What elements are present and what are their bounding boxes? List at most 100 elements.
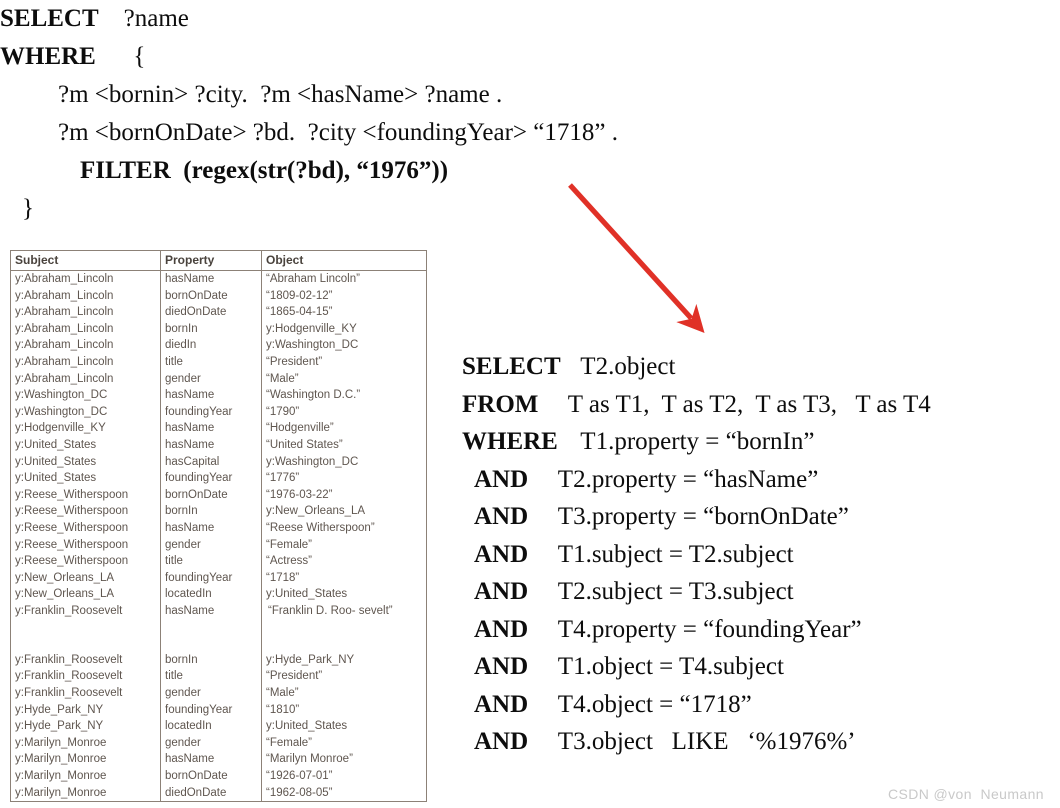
table-cell-property: foundingYear (160, 403, 262, 421)
sql-expression: T1.property = “bornIn” (562, 428, 815, 455)
table-cell-object: “1976-03-22” (266, 488, 333, 501)
sql-line: FROM T as T1, T as T2, T as T3, T as T4 (462, 386, 1060, 424)
sparql-body: ?m <bornOnDate> ?bd. ?city <foundingYear… (58, 119, 618, 146)
table-row: y:Marilyn_Monroe hasName “Marilyn Monroe” (10, 751, 427, 769)
table-row: y:Abraham_Lincoln bornIn y:Hodgenville_KY (10, 320, 427, 338)
table-cell-subject: y:New_Orleans_LA (10, 569, 161, 587)
table-header-row: Subject Property Object (10, 250, 427, 271)
table-cell-subject: y:Marilyn_Monroe (10, 768, 161, 785)
column-header-subject: Subject (10, 250, 161, 271)
table-cell-object: “1962-08-05” (266, 786, 333, 799)
table-cell-subject: y:Hyde_Park_NY (10, 701, 161, 719)
table-cell-subject: y:Abraham_Lincoln (10, 320, 161, 338)
table-row: y:Marilyn_Monroe diedOnDate “1962-08-05” (10, 784, 427, 802)
sql-keyword: FROM (462, 390, 539, 418)
table-cell-property: bornIn (160, 503, 262, 520)
table-cell-property: bornIn (160, 651, 262, 669)
table-row: y:Hyde_Park_NY foundingYear “1810” (10, 701, 427, 719)
sparql-body: ?name (98, 5, 189, 32)
table-cell-property: hasName (160, 420, 262, 437)
sparql-line: FILTER (regex(str(?bd), “1976”)) (0, 152, 700, 190)
rdf-triples-table: Subject Property Object y:Abraham_Lincol… (10, 250, 427, 803)
sparql-body: { (95, 43, 146, 70)
table-cell-object: y:United_States (266, 588, 348, 601)
table-cell-property: gender (160, 536, 262, 554)
sql-line: AND T4.object = “1718” (462, 686, 1060, 724)
table-cell-object: “Hodgenville” (266, 422, 334, 435)
table-cell-property: diedOnDate (160, 304, 262, 321)
table-cell-subject: y:Franklin_Roosevelt (10, 602, 161, 652)
table-cell-property: title (160, 353, 262, 371)
table-row: y:Hyde_Park_NY locatedIn y:United_States (10, 718, 427, 735)
sparql-line: ?m <bornOnDate> ?bd. ?city <foundingYear… (0, 114, 700, 152)
table-cell-object: “Male” (266, 372, 299, 385)
column-header-property: Property (160, 250, 262, 271)
table-row: y:Washington_DC hasName “Washington D.C.” (10, 387, 427, 404)
table-row: y:Franklin_Roosevelt hasName “Franklin D. … (10, 602, 427, 652)
table-row: y:Marilyn_Monroe bornOnDate “1926-07-01” (10, 768, 427, 785)
table-cell-subject: y:Washington_DC (10, 403, 161, 421)
table-cell-object: “1776” (266, 472, 300, 485)
table-cell-subject: y:Reese_Witherspoon (10, 519, 161, 537)
sql-expression: T2.subject = T3.subject (552, 578, 794, 605)
table-cell-object: “1790” (266, 405, 300, 418)
table-row: y:United_States hasCapital y:Washington_DC (10, 453, 427, 471)
table-cell-property: diedIn (160, 337, 262, 354)
table-row: y:Abraham_Lincoln diedIn y:Washington_DC (10, 337, 427, 354)
table-cell-property: gender (160, 685, 262, 702)
sql-line: AND T1.subject = T2.subject (462, 536, 1060, 574)
table-row: y:New_Orleans_LA foundingYear “1718” (10, 569, 427, 587)
table-cell-object: “Reese Witherspoon” (266, 521, 375, 534)
table-cell-property: hasName (160, 387, 262, 404)
sql-line: WHERE T1.property = “bornIn” (462, 423, 1060, 461)
sql-keyword: AND (474, 578, 529, 605)
table-cell-subject: y:Marilyn_Monroe (10, 734, 161, 752)
sql-keyword: AND (474, 690, 529, 718)
column-header-object: Object (261, 250, 427, 271)
table-cell-object: “Female” (266, 538, 313, 551)
sparql-body: ?m <bornin> ?city. ?m <hasName> ?name . (58, 81, 503, 108)
sql-expression: T2.object (562, 353, 676, 380)
sql-expression: T as T1, T as T2, T as T3, T as T4 (562, 390, 931, 418)
sql-line: SELECT T2.object (462, 348, 1060, 386)
table-cell-object: y:United_States (266, 720, 348, 733)
table-row: y:Abraham_Lincoln diedOnDate “1865-04-15” (10, 304, 427, 321)
table-row: y:Abraham_Lincoln gender “Male” (10, 370, 427, 388)
table-cell-object: “Marilyn Monroe” (266, 753, 353, 766)
sql-keyword: SELECT (462, 353, 561, 380)
table-cell-object: y:Washington_DC (266, 339, 359, 352)
table-cell-subject: y:Hodgenville_KY (10, 420, 161, 437)
sql-line: AND T3.object LIKE ‘%1976%’ (462, 723, 1060, 761)
table-cell-subject: y:Abraham_Lincoln (10, 370, 161, 388)
table-cell-object: “1865-04-15” (266, 306, 333, 319)
table-row: y:Hodgenville_KY hasName “Hodgenville” (10, 420, 427, 437)
table-cell-subject: y:Abraham_Lincoln (10, 287, 161, 305)
table-cell-subject: y:Abraham_Lincoln (10, 270, 161, 288)
table-cell-subject: y:Washington_DC (10, 387, 161, 404)
table-cell-property: foundingYear (160, 470, 262, 487)
table-cell-subject: y:Reese_Witherspoon (10, 486, 161, 504)
sparql-body: } (22, 195, 34, 222)
table-row: y:New_Orleans_LA locatedIn y:United_States (10, 586, 427, 603)
table-row: y:Washington_DC foundingYear “1790” (10, 403, 427, 421)
table-row: y:Reese_Witherspoon title “Actress” (10, 553, 427, 570)
table-cell-subject: y:Reese_Witherspoon (10, 503, 161, 520)
table-row: y:United_States hasName “United States” (10, 436, 427, 454)
table-cell-object: “United States” (266, 438, 343, 451)
table-cell-property: title (160, 553, 262, 570)
table-row: y:Abraham_Lincoln title “President” (10, 353, 427, 371)
table-cell-object: “1926-07-01” (266, 770, 333, 783)
table-cell-subject: y:United_States (10, 470, 161, 487)
table-row: y:Marilyn_Monroe gender “Female” (10, 734, 427, 752)
csdn-watermark: CSDN @von Neumann (887, 786, 1044, 802)
sql-keyword: AND (474, 728, 529, 755)
sql-expression: T4.object = “1718” (552, 690, 752, 718)
sparql-keyword: SELECT (0, 5, 99, 32)
sparql-line: WHERE { (0, 38, 700, 76)
table-cell-object: “1810” (266, 703, 300, 716)
table-cell-object: “Abraham Lincoln” (266, 273, 360, 285)
table-cell-property: foundingYear (160, 569, 262, 587)
table-cell-property: hasCapital (160, 453, 262, 471)
sql-expression: T3.object LIKE ‘%1976%’ (552, 728, 856, 755)
table-cell-property: hasName (160, 270, 262, 288)
